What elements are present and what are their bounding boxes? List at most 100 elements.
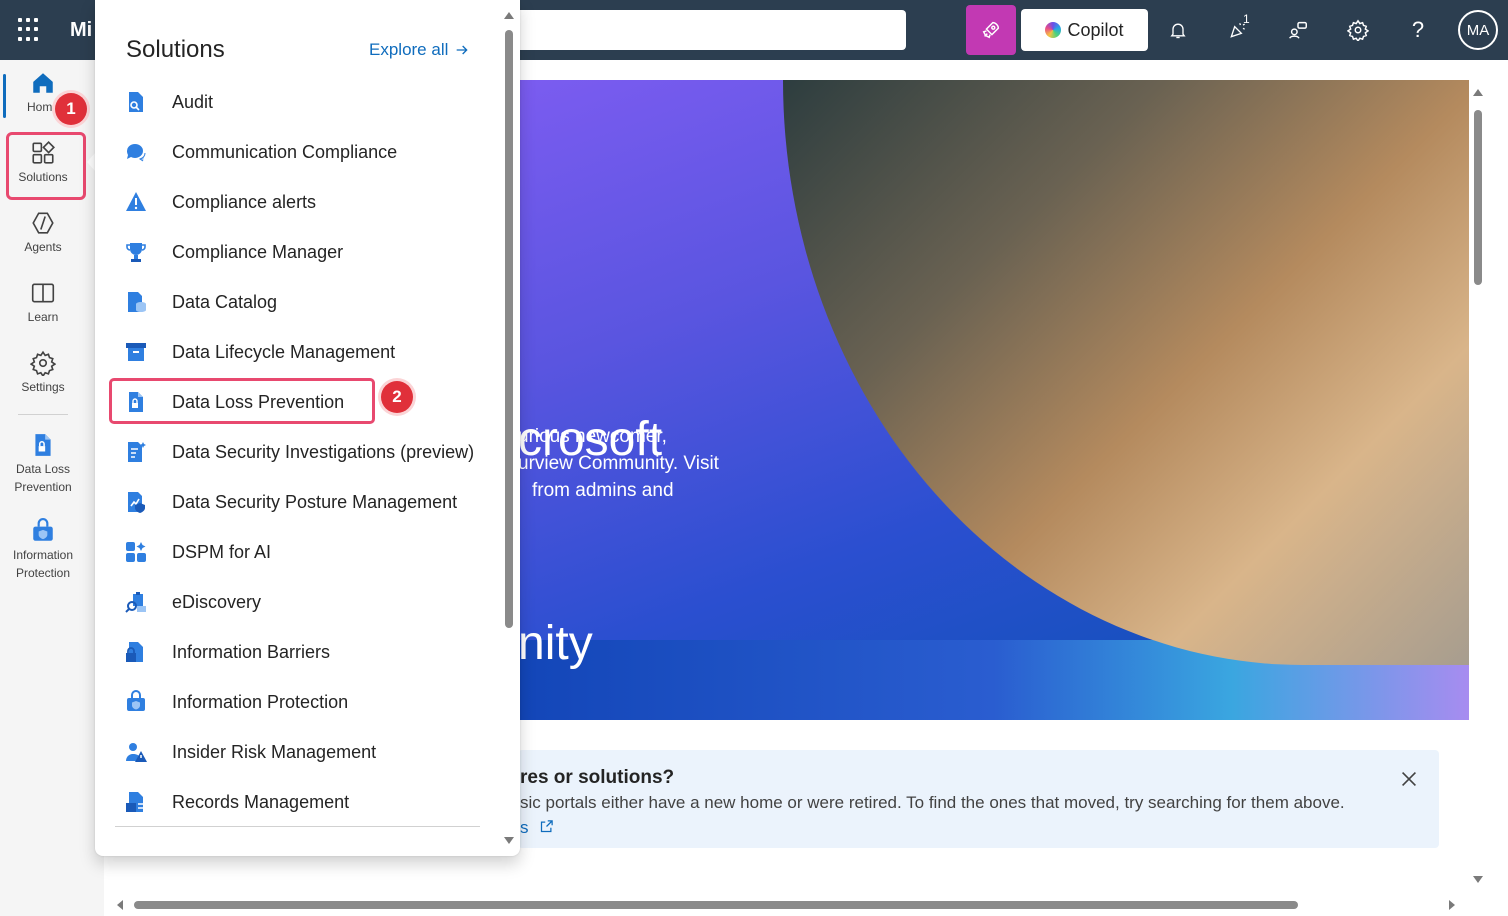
flyout-item-data-security-posture-management[interactable]: Data Security Posture Management — [123, 482, 483, 522]
rail-item-learn[interactable]: Learn — [0, 280, 86, 326]
information-protection-icon — [123, 689, 149, 715]
posture-icon — [123, 489, 149, 515]
flyout-scrollbar[interactable] — [503, 10, 515, 846]
flyout-item-compliance-alerts[interactable]: Compliance alerts — [123, 182, 483, 222]
flyout-divider — [115, 826, 480, 827]
dlp-highlight — [109, 378, 375, 424]
close-icon[interactable] — [1398, 768, 1420, 790]
search-input[interactable] — [500, 10, 906, 50]
rail-item-label: Settings — [21, 380, 65, 394]
solutions-flyout: Solutions Explore all Audit Communicatio… — [95, 0, 520, 856]
arrow-right-icon — [457, 45, 468, 55]
investigation-icon — [123, 439, 149, 465]
help-icon[interactable]: ? — [1402, 14, 1434, 46]
hero-description: urious newcomer, urview Community. Visit… — [518, 423, 758, 504]
rail-item-information-protection[interactable]: Information Protection — [0, 518, 86, 582]
flyout-item-label: Information Barriers — [172, 641, 331, 662]
explore-all-label: Explore all — [369, 40, 449, 59]
scrollbar-thumb[interactable] — [505, 30, 513, 628]
dspm-ai-icon — [123, 539, 149, 565]
flyout-item-compliance-manager[interactable]: Compliance Manager — [123, 232, 483, 272]
flyout-item-ediscovery[interactable]: eDiscovery — [123, 582, 483, 622]
app-launcher-icon[interactable] — [18, 18, 42, 42]
scroll-down-arrow-icon[interactable] — [503, 836, 515, 846]
gear-icon[interactable] — [1342, 14, 1374, 46]
rocket-icon — [982, 21, 1000, 39]
information-protection-icon — [33, 518, 53, 541]
archive-icon — [123, 339, 149, 365]
ediscovery-icon — [123, 589, 149, 615]
info-banner: res or solutions? sic portals either hav… — [518, 750, 1439, 848]
info-banner-link[interactable]: s — [520, 818, 554, 838]
communication-compliance-icon — [123, 139, 149, 165]
flyout-item-label: Data Lifecycle Management — [172, 341, 396, 362]
rocket-button[interactable] — [966, 5, 1016, 55]
data-catalog-icon — [123, 289, 149, 315]
scroll-left-arrow-icon[interactable] — [114, 898, 126, 912]
flyout-item-label: Information Protection — [172, 691, 349, 712]
flyout-item-label: Insider Risk Management — [172, 741, 377, 762]
flyout-item-audit[interactable]: Audit — [123, 82, 483, 122]
trophy-icon — [123, 239, 149, 265]
flyout-item-label: Communication Compliance — [172, 141, 398, 162]
scrollbar-thumb[interactable] — [134, 901, 1298, 909]
hero-banner: crosoft nity urious newcomer, urview Com… — [518, 80, 1469, 720]
rail-item-label: Information Protection — [12, 548, 74, 580]
dlp-icon — [35, 434, 51, 456]
agents-icon — [32, 212, 54, 234]
flyout-item-label: Data Security Posture Management — [172, 491, 458, 512]
flyout-item-data-lifecycle-management[interactable]: Data Lifecycle Management — [123, 332, 483, 372]
scroll-right-arrow-icon[interactable] — [1446, 898, 1458, 912]
flyout-item-data-security-investigations[interactable]: Data Security Investigations (preview) — [123, 432, 483, 472]
main-vertical-scrollbar[interactable] — [1470, 80, 1486, 890]
flyout-item-insider-risk-management[interactable]: Insider Risk Management — [123, 732, 483, 772]
step-badge-1: 1 — [55, 93, 87, 125]
home-icon — [33, 73, 53, 93]
flyout-item-communication-compliance[interactable]: Communication Compliance — [123, 132, 483, 172]
learn-icon — [31, 283, 55, 303]
flyout-item-information-protection[interactable]: Information Protection — [123, 682, 483, 722]
flyout-item-label: Compliance alerts — [172, 191, 317, 212]
feedback-icon[interactable] — [1282, 14, 1314, 46]
flyout-item-label: DSPM for AI — [172, 541, 272, 562]
alert-icon — [123, 189, 149, 215]
info-banner-title: res or solutions? — [520, 767, 675, 788]
flyout-title: Solutions — [126, 36, 225, 63]
flyout-item-data-catalog[interactable]: Data Catalog — [123, 282, 483, 322]
insider-risk-icon — [123, 739, 149, 765]
flyout-item-label: Compliance Manager — [172, 241, 344, 262]
hero-title-line: nity — [518, 617, 593, 670]
barrier-icon — [123, 639, 149, 665]
flyout-item-records-management[interactable]: Records Management — [123, 782, 483, 822]
settings-icon — [30, 350, 56, 376]
rail-item-agents[interactable]: Agents — [0, 210, 86, 256]
info-banner-link-label: s — [520, 818, 529, 837]
step-badge-2: 2 — [381, 381, 413, 413]
scroll-up-arrow-icon[interactable] — [503, 10, 515, 20]
flyout-item-label: Audit — [172, 91, 214, 112]
records-icon — [123, 789, 149, 815]
external-link-icon — [541, 820, 553, 833]
rail-item-settings[interactable]: Settings — [0, 350, 86, 396]
avatar[interactable]: MA — [1458, 10, 1498, 50]
flyout-item-information-barriers[interactable]: Information Barriers — [123, 632, 483, 672]
flyout-item-label: Data Catalog — [172, 291, 278, 312]
explore-all-link[interactable]: Explore all — [369, 40, 470, 60]
rail-item-data-loss-prevention[interactable]: Data Loss Prevention — [0, 432, 86, 496]
app-brand[interactable]: Mi — [70, 19, 92, 42]
solutions-highlight — [6, 132, 86, 200]
flyout-item-dspm-for-ai[interactable]: DSPM for AI — [123, 532, 483, 572]
flyout-item-label: Records Management — [172, 791, 350, 812]
bell-icon[interactable] — [1162, 14, 1194, 46]
audit-icon — [123, 89, 149, 115]
copilot-icon — [1045, 22, 1062, 38]
hero-desc-line: urview Community. Visit — [518, 453, 719, 474]
hero-photo — [783, 80, 1469, 665]
main-horizontal-scrollbar[interactable] — [110, 898, 1470, 912]
copilot-button[interactable]: Copilot — [1021, 9, 1148, 51]
scrollbar-thumb[interactable] — [1474, 110, 1482, 285]
hero-desc-line: urious newcomer, — [518, 426, 667, 447]
rail-item-label: Agents — [24, 240, 62, 254]
scroll-down-arrow-icon[interactable] — [1470, 874, 1486, 886]
scroll-up-arrow-icon[interactable] — [1470, 86, 1486, 98]
